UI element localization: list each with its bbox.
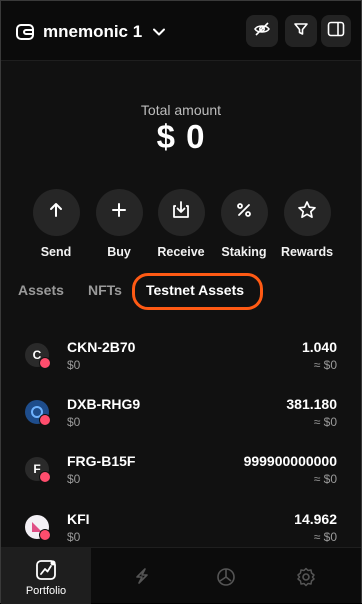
star-icon [297,200,317,225]
history-clock-icon [215,566,237,593]
top-bar: mnemonic 1 [1,1,361,61]
send-button[interactable]: Send [24,189,88,259]
portfolio-chart-icon [34,558,58,587]
filter-icon [293,21,309,42]
testnet-badge-icon [39,357,51,369]
swap-icon [132,566,152,591]
wallet-name: mnemonic 1 [43,22,143,41]
nav-settings[interactable] [261,548,351,604]
token-amount: 14.962 [294,511,337,527]
token-fiat-value: ≈ $0 [313,530,337,544]
rewards-button[interactable]: Rewards [275,189,339,259]
staking-button[interactable]: Staking [212,189,276,259]
eye-off-icon [253,20,271,43]
tab-nfts[interactable]: NFTs [88,282,122,298]
token-row-ckn-2b70[interactable]: C CKN-2B70 $0 1.040 ≈ $0 [1,331,361,375]
nav-portfolio-label: Portfolio [25,585,67,597]
plus-icon [110,201,128,224]
token-fiat-value: ≈ $0 [313,415,337,429]
tab-assets[interactable]: Assets [18,282,64,298]
token-price: $0 [67,415,81,429]
staking-label: Staking [221,245,267,259]
wallet-selector[interactable]: mnemonic 1 [15,19,166,45]
sidebar-panel-icon [327,21,345,42]
rewards-label: Rewards [280,245,334,259]
nav-portfolio[interactable]: Portfolio [1,548,91,604]
chevron-down-icon [152,25,166,39]
wallet-app-frame: mnemonic 1 Total amount $ 0 Send Buy Rec… [0,0,362,604]
nav-swap[interactable] [97,548,187,604]
token-amount: 1.040 [301,339,337,355]
nav-history[interactable] [181,548,271,604]
token-name: CKN-2B70 [67,339,136,355]
hide-balance-button[interactable] [246,15,278,47]
token-amount: 381.180 [286,396,337,412]
token-amount: 999900000000 [243,453,337,469]
receive-button[interactable]: Receive [149,189,213,259]
token-fiat-value: ≈ $0 [313,472,337,486]
buy-button[interactable]: Buy [87,189,151,259]
token-row-frg-b15f[interactable]: F FRG-B15F $0 999900000000 ≈ $0 [1,445,361,489]
arrow-up-icon [47,201,65,224]
receive-icon [170,199,192,226]
buy-label: Buy [107,245,131,259]
total-amount-label: Total amount [140,102,222,118]
testnet-badge-icon [39,414,51,426]
testnet-badge-icon [39,529,51,541]
token-row-kfi[interactable]: KFI $0 14.962 ≈ $0 [1,503,361,547]
testnet-badge-icon [39,471,51,483]
wallet-icon [15,22,35,42]
token-price: $0 [67,472,81,486]
sidebar-toggle-button[interactable] [321,15,351,47]
send-label: Send [40,245,72,259]
token-fiat-value: ≈ $0 [313,358,337,372]
filter-button[interactable] [285,15,317,47]
token-name: FRG-B15F [67,453,136,469]
tab-highlight-annotation [132,273,263,310]
token-name: DXB-RHG9 [67,396,141,412]
percent-icon [235,201,253,224]
settings-gear-icon [295,566,317,593]
receive-label: Receive [157,245,205,259]
token-price: $0 [67,530,81,544]
token-price: $0 [67,358,81,372]
bottom-navigation: Portfolio [1,547,361,604]
token-name: KFI [67,511,90,527]
token-row-dxb-rhg9[interactable]: DXB-RHG9 $0 381.180 ≈ $0 [1,388,361,432]
total-amount-value: $ 0 [156,118,206,155]
